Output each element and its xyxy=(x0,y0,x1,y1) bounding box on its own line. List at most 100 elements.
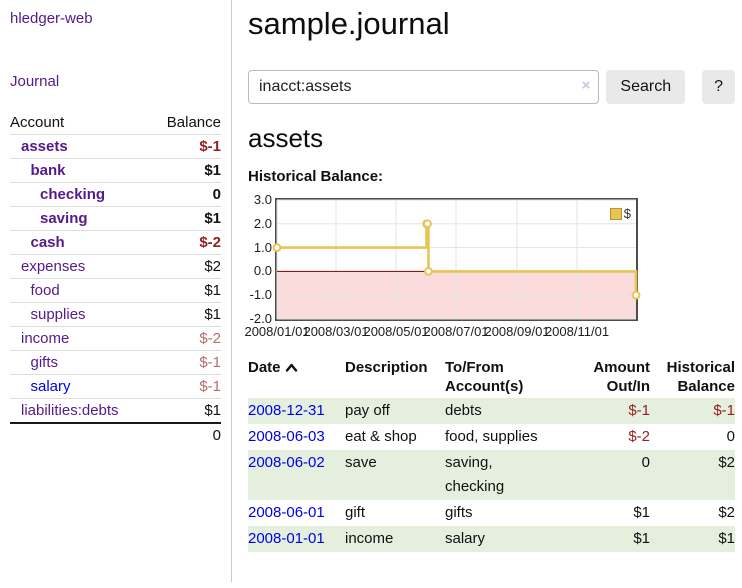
transaction-date-link[interactable]: 2008-12-31 xyxy=(248,402,325,419)
accounts-total-balance: 0 xyxy=(151,423,221,447)
account-link[interactable]: gifts xyxy=(10,354,58,371)
account-balance: 0 xyxy=(151,183,221,207)
transaction-balance: $2 xyxy=(650,500,735,526)
transaction-description: pay off xyxy=(345,398,445,424)
clear-search-icon[interactable]: × xyxy=(582,77,591,94)
transaction-balance: $-1 xyxy=(650,398,735,424)
account-row: food$1 xyxy=(10,279,221,303)
transaction-row: 2008-12-31pay offdebts$-1$-1 xyxy=(248,398,735,424)
transaction-accounts: salary xyxy=(445,526,578,552)
transaction-amount: $-1 xyxy=(578,398,650,424)
legend-swatch-icon xyxy=(610,208,622,220)
chart-plot: $ xyxy=(275,198,638,321)
accounts-table: Account Balance assets $-1 bank $1 checking 0… xyxy=(10,111,221,447)
account-row: bank $1 xyxy=(10,159,221,183)
transaction-accounts: saving, checking xyxy=(445,450,578,500)
chart-x-tick: 2008/03/01 xyxy=(303,324,368,339)
chart-legend: $ xyxy=(610,207,631,220)
transaction-description: eat & shop xyxy=(345,424,445,450)
transaction-date-link[interactable]: 2008-06-03 xyxy=(248,428,325,445)
transaction-balance: $1 xyxy=(650,526,735,552)
transaction-balance: 0 xyxy=(650,424,735,450)
register-col-amount: Amount Out/In xyxy=(578,356,650,398)
transaction-description: income xyxy=(345,526,445,552)
register-col-balance: Historical Balance xyxy=(650,356,735,398)
chart-x-tick: 2008/09/01 xyxy=(484,324,549,339)
account-link[interactable]: supplies xyxy=(10,306,86,323)
transaction-amount: $-2 xyxy=(578,424,650,450)
brand-link[interactable]: hledger-web xyxy=(10,10,221,27)
sort-ascending-icon xyxy=(285,363,298,372)
register-col-accounts: To/From Account(s) xyxy=(445,356,578,398)
account-row: saving $1 xyxy=(10,207,221,231)
account-link[interactable]: food xyxy=(10,282,60,299)
transaction-row: 2008-06-03 eat & shopfood, supplies$-20 xyxy=(248,424,735,450)
transaction-accounts: food, supplies xyxy=(445,424,578,450)
accounts-header-row: Account Balance xyxy=(10,111,221,135)
account-balance: $2 xyxy=(151,255,221,279)
account-link[interactable]: income xyxy=(10,330,69,347)
chart-y-tick: -1.0 xyxy=(248,288,272,302)
transaction-date-link[interactable]: 2008-06-01 xyxy=(248,504,325,521)
chart-y-tick: 2.0 xyxy=(248,217,272,231)
account-balance: $-1 xyxy=(151,375,221,399)
account-balance: $1 xyxy=(151,399,221,424)
transaction-amount: $1 xyxy=(578,500,650,526)
chart-x-tick: 2008/11/01 xyxy=(545,324,609,339)
nav-journal-link[interactable]: Journal xyxy=(10,73,59,90)
account-balance: $1 xyxy=(151,303,221,327)
transaction-amount: $1 xyxy=(578,526,650,552)
account-row: checking 0 xyxy=(10,183,221,207)
account-balance: $1 xyxy=(151,159,221,183)
page-title: sample.journal xyxy=(248,6,735,42)
search-bar: × Search ? xyxy=(248,70,735,104)
accounts-col-balance: Balance xyxy=(151,111,221,135)
chart-y-tick: 1.0 xyxy=(248,241,272,255)
transaction-description: save xyxy=(345,450,445,500)
legend-label: $ xyxy=(624,207,631,220)
account-link[interactable]: checking xyxy=(10,186,105,203)
account-balance: $-1 xyxy=(151,135,221,159)
transaction-accounts: gifts xyxy=(445,500,578,526)
account-link[interactable]: liabilities:debts xyxy=(10,402,119,419)
transaction-amount: 0 xyxy=(578,450,650,500)
transaction-accounts: debts xyxy=(445,398,578,424)
chart-y-tick: 0.0 xyxy=(248,264,272,278)
register-col-date[interactable]: Date xyxy=(248,356,345,398)
account-link[interactable]: expenses xyxy=(10,258,85,275)
account-row: cash $-2 xyxy=(10,231,221,255)
account-row: expenses $2 xyxy=(10,255,221,279)
account-balance: $-1 xyxy=(151,351,221,375)
account-title: assets xyxy=(248,123,735,154)
account-link[interactable]: assets xyxy=(10,138,68,155)
chart-x-tick: 2008/01/01 xyxy=(244,324,309,339)
account-link[interactable]: cash xyxy=(10,234,65,251)
search-input[interactable] xyxy=(248,70,599,104)
transaction-row: 2008-06-02savesaving, checking0$2 xyxy=(248,450,735,500)
main-content: sample.journal × Search ? assets Histori… xyxy=(248,6,742,552)
account-link[interactable]: salary xyxy=(10,378,71,395)
accounts-total-row: 0 xyxy=(10,423,221,447)
account-link[interactable]: bank xyxy=(10,162,66,179)
transaction-date-link[interactable]: 2008-01-01 xyxy=(248,530,325,547)
account-row: liabilities:debts $1 xyxy=(10,399,221,424)
transaction-description: gift xyxy=(345,500,445,526)
chart-canvas xyxy=(277,200,636,319)
account-row: salary $-1 xyxy=(10,375,221,399)
account-row: income $-2 xyxy=(10,327,221,351)
account-row: assets $-1 xyxy=(10,135,221,159)
help-button[interactable]: ? xyxy=(702,70,735,104)
chart-x-tick: 2008/05/01 xyxy=(363,324,428,339)
account-row: supplies $1 xyxy=(10,303,221,327)
chart-x-tick: 2008/07/01 xyxy=(423,324,488,339)
transaction-date-link[interactable]: 2008-06-02 xyxy=(248,454,325,471)
account-balance: $1 xyxy=(151,207,221,231)
account-balance: $-2 xyxy=(151,327,221,351)
search-button[interactable]: Search xyxy=(606,70,685,104)
account-balance: $-2 xyxy=(151,231,221,255)
register-header-row: Date Description To/From Account(s) Amou… xyxy=(248,356,735,398)
sidebar: hledger-web Journal Account Balance asse… xyxy=(0,0,232,582)
historical-balance-chart: 3.02.01.00.0-1.0-2.0$2008/01/012008/03/0… xyxy=(248,198,735,344)
account-link[interactable]: saving xyxy=(10,210,88,227)
accounts-col-account: Account xyxy=(10,111,151,135)
